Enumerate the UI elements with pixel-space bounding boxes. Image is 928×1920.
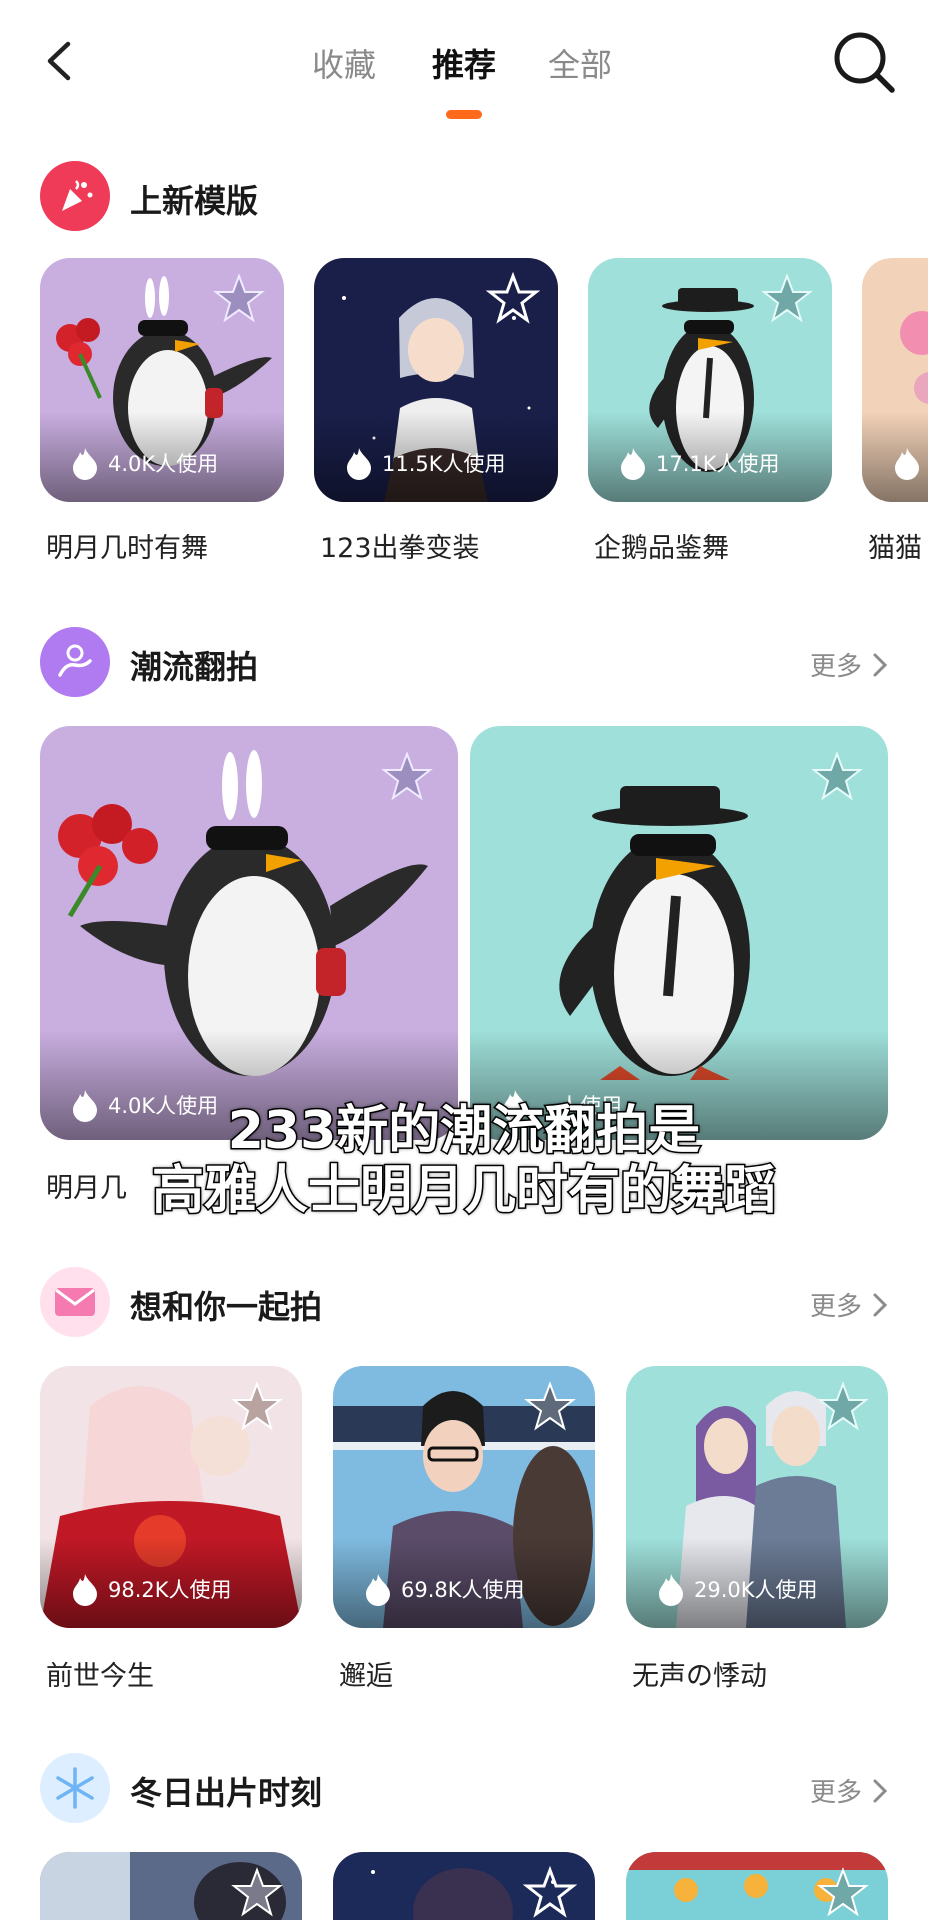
star-icon[interactable] [816, 1866, 870, 1920]
usage-count: 4.0K人使用 [70, 446, 218, 480]
tab-recommended[interactable]: 推荐 [432, 40, 496, 86]
template-title: 无声の悸动 [632, 1661, 767, 1692]
template-card-partial[interactable]: 猫猫 [862, 258, 928, 564]
more-link[interactable]: 更多 [810, 1286, 888, 1323]
template-thumbnail: 17.1K人使用 [588, 258, 832, 502]
template-thumbnail: 11.5K人使用 [314, 258, 558, 502]
star-icon[interactable] [810, 750, 864, 804]
flame-icon [73, 448, 97, 480]
flame-icon [621, 448, 645, 480]
usage-count [892, 446, 922, 480]
template-title: 前世今生 [46, 1661, 154, 1692]
usage-count: 69.8K人使用 [363, 1572, 525, 1606]
usage-text: 98.2K人使用 [108, 1578, 232, 1602]
template-thumbnail [626, 1852, 888, 1920]
star-icon[interactable] [760, 272, 814, 326]
template-title: 猫猫 [868, 533, 922, 564]
star-icon[interactable] [230, 1866, 284, 1920]
template-card[interactable]: 4.0K人使用 明月几时有舞 [40, 258, 284, 564]
top-bar: 收藏 推荐 全部 [0, 0, 928, 130]
template-thumbnail: 4.0K人使用 [40, 726, 458, 1140]
more-label: 更多 [809, 652, 862, 682]
template-thumbnail: 29.0K人使用 [626, 1366, 888, 1628]
template-card-large[interactable]: 4.0K人使用 明月几 [40, 726, 458, 1204]
section-trending-remake-header: 潮流翻拍 更多 [0, 622, 928, 702]
template-thumbnail [40, 1852, 302, 1920]
star-icon[interactable] [230, 1380, 284, 1434]
template-card[interactable]: 11.5K人使用 123出拳变装 [314, 258, 558, 564]
template-card[interactable] [40, 1852, 302, 1920]
chevron-right-icon [873, 653, 888, 676]
section-title: 潮流翻拍 [130, 648, 259, 686]
usage-count: 17.1K人使用 [618, 446, 780, 480]
flame-icon [659, 1574, 683, 1606]
template-thumbnail [333, 1852, 595, 1920]
envelope-icon [40, 1267, 110, 1337]
tab-favorites[interactable]: 收藏 [312, 40, 376, 86]
template-card[interactable]: 69.8K人使用 邂逅 [333, 1366, 595, 1692]
usage-text: 69.8K人使用 [401, 1578, 525, 1602]
template-title: 123出拳变装 [320, 533, 480, 564]
star-icon[interactable] [816, 1380, 870, 1434]
usage-count: 98.2K人使用 [70, 1572, 232, 1606]
template-thumbnail [862, 258, 928, 502]
star-icon[interactable] [380, 750, 434, 804]
template-thumbnail: 4.0K人使用 [40, 258, 284, 502]
flame-icon [73, 1574, 97, 1606]
search-icon[interactable] [830, 28, 898, 96]
snowflake-icon [40, 1753, 110, 1823]
template-title: 企鹅品鉴舞 [594, 533, 729, 564]
flame-icon [347, 448, 371, 480]
chevron-right-icon [873, 1293, 888, 1316]
usage-text: 4.0K人使用 [108, 452, 219, 476]
usage-text: 17.1K人使用 [656, 452, 780, 476]
confetti-icon [40, 161, 110, 231]
template-card[interactable]: 29.0K人使用 无声の悸动 [626, 1366, 888, 1692]
chevron-right-icon [873, 1779, 888, 1802]
star-icon[interactable] [523, 1866, 577, 1920]
tab-all[interactable]: 全部 [548, 40, 612, 86]
template-thumbnail: 69.8K人使用 [333, 1366, 595, 1628]
star-icon[interactable] [486, 272, 540, 326]
active-tab-indicator [446, 110, 482, 119]
usage-text: 29.0K人使用 [694, 1578, 818, 1602]
section-title: 上新模版 [130, 182, 259, 220]
template-thumbnail: 98.2K人使用 [40, 1366, 302, 1628]
template-card[interactable] [333, 1852, 595, 1920]
video-subtitle-line-2: 高雅人士明月几时有的舞蹈 [150, 1160, 777, 1223]
usage-count: 29.0K人使用 [656, 1572, 818, 1606]
template-card[interactable]: 98.2K人使用 前世今生 [40, 1366, 302, 1692]
usage-count: 11.5K人使用 [344, 446, 506, 480]
flame-icon [366, 1574, 390, 1606]
more-label: 更多 [809, 1292, 862, 1322]
back-chevron-left-icon[interactable] [38, 38, 84, 84]
dancer-icon [40, 627, 110, 697]
section-title: 想和你一起拍 [130, 1288, 323, 1326]
template-title: 邂逅 [339, 1661, 393, 1692]
section-shoot-together-header: 想和你一起拍 更多 [0, 1262, 928, 1342]
usage-text: 11.5K人使用 [382, 452, 506, 476]
video-subtitle-line-1: 233新的潮流翻拍是 [226, 1100, 702, 1163]
more-label: 更多 [809, 1778, 862, 1808]
template-card[interactable]: 17.1K人使用 企鹅品鉴舞 [588, 258, 832, 564]
template-title: 明月几时有舞 [46, 533, 208, 564]
more-link[interactable]: 更多 [810, 646, 888, 683]
section-new-templates-header: 上新模版 [0, 156, 928, 236]
section-title: 冬日出片时刻 [130, 1774, 323, 1812]
star-icon[interactable] [212, 272, 266, 326]
more-link[interactable]: 更多 [810, 1772, 888, 1809]
template-card-large[interactable]: …人使用 [470, 726, 888, 1140]
section-winter-shots-header: 冬日出片时刻 更多 [0, 1748, 928, 1828]
template-thumbnail: …人使用 [470, 726, 888, 1140]
flame-icon [895, 448, 919, 480]
star-icon[interactable] [523, 1380, 577, 1434]
template-card[interactable] [626, 1852, 888, 1920]
